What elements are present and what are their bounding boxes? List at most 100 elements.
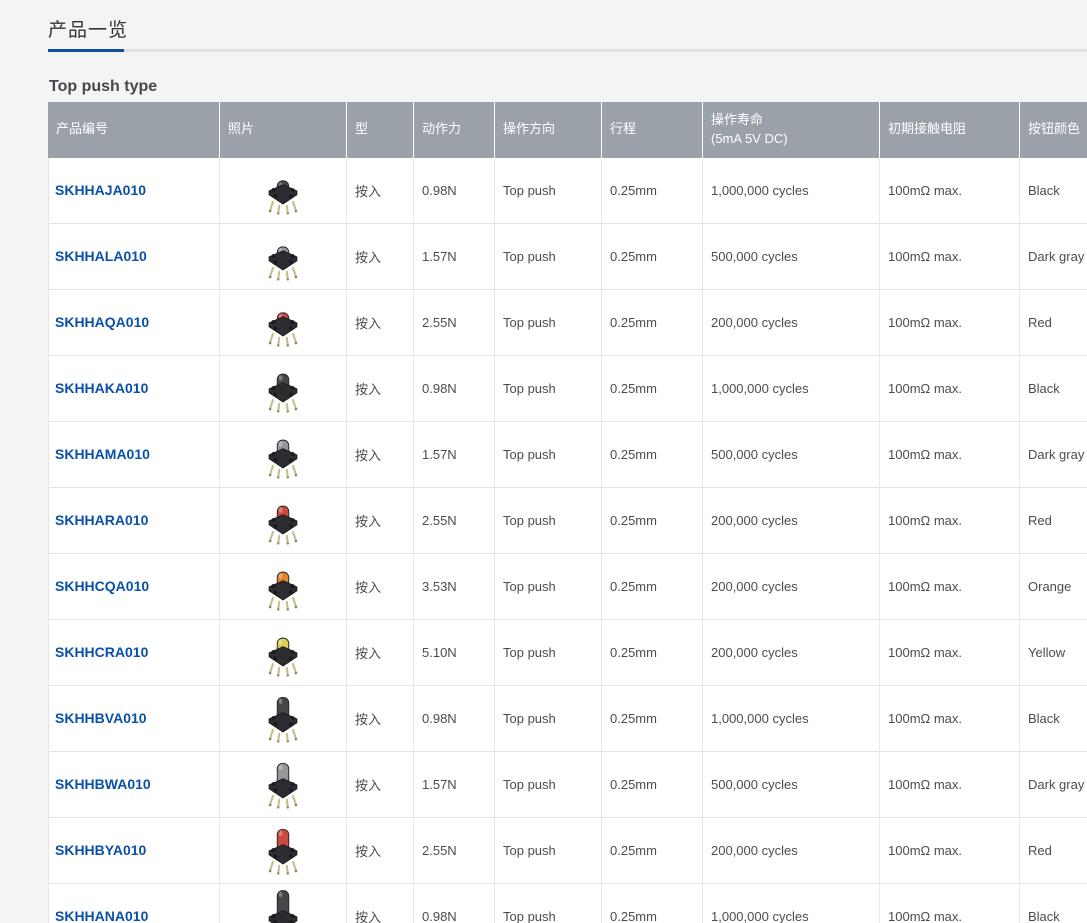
cell-color: Red <box>1019 817 1087 884</box>
cell-life: 200,000 cycles <box>702 817 879 884</box>
cell-force: 1.57N <box>413 751 494 818</box>
column-header-life: 操作寿命 (5mA 5V DC) <box>702 102 879 158</box>
cell-force: 5.10N <box>413 619 494 686</box>
cell-color: Black <box>1019 355 1087 422</box>
cell-type: 按入 <box>346 619 413 686</box>
cell-force: 3.53N <box>413 553 494 620</box>
cell-direction: Top push <box>494 421 601 488</box>
product-link[interactable]: SKHHANA010 <box>55 908 148 923</box>
cell-life: 500,000 cycles <box>702 751 879 818</box>
cell-life: 200,000 cycles <box>702 553 879 620</box>
tact-switch-photo-icon <box>261 571 305 611</box>
cell-travel: 0.25mm <box>601 157 702 224</box>
cell-life: 200,000 cycles <box>702 487 879 554</box>
cell-resistance: 100mΩ max. <box>879 883 1019 923</box>
cell-part-no: SKHHAKA010 <box>48 355 219 422</box>
cell-color: Red <box>1019 289 1087 356</box>
cell-photo <box>219 223 346 290</box>
product-link[interactable]: SKHHBWA010 <box>55 776 151 792</box>
cell-type: 按入 <box>346 553 413 620</box>
cell-travel: 0.25mm <box>601 289 702 356</box>
cell-direction: Top push <box>494 685 601 752</box>
cell-part-no: SKHHAQA010 <box>48 289 219 356</box>
table-row: SKHHANA010 按入 0.98N Top push 0.25mm 1,00… <box>48 883 1087 923</box>
cell-color: Black <box>1019 883 1087 923</box>
cell-resistance: 100mΩ max. <box>879 619 1019 686</box>
table-row: SKHHCRA010 按入 5.10N Top push 0.25mm 200,… <box>48 619 1087 686</box>
cell-type: 按入 <box>346 157 413 224</box>
cell-part-no: SKHHANA010 <box>48 883 219 923</box>
cell-force: 1.57N <box>413 421 494 488</box>
cell-type: 按入 <box>346 685 413 752</box>
product-link[interactable]: SKHHALA010 <box>55 248 147 264</box>
tact-switch-photo-icon <box>261 697 305 743</box>
cell-type: 按入 <box>346 751 413 818</box>
table-row: SKHHCQA010 按入 3.53N Top push 0.25mm 200,… <box>48 553 1087 620</box>
cell-life: 1,000,000 cycles <box>702 883 879 923</box>
column-header-type: 型 <box>346 102 413 158</box>
cell-travel: 0.25mm <box>601 553 702 620</box>
cell-part-no: SKHHBVA010 <box>48 685 219 752</box>
title-underline-accent <box>48 49 124 52</box>
product-link[interactable]: SKHHAJA010 <box>55 182 146 198</box>
column-header-label: 型 <box>355 121 369 137</box>
cell-force: 0.98N <box>413 355 494 422</box>
cell-travel: 0.25mm <box>601 883 702 923</box>
cell-resistance: 100mΩ max. <box>879 553 1019 620</box>
column-header-label: 初期接触电阻 <box>888 121 967 137</box>
cell-force: 0.98N <box>413 157 494 224</box>
title-underline <box>48 49 1087 52</box>
tact-switch-photo-icon <box>261 637 305 677</box>
product-link[interactable]: SKHHAQA010 <box>55 314 149 330</box>
product-link[interactable]: SKHHAMA010 <box>55 446 150 462</box>
cell-force: 2.55N <box>413 487 494 554</box>
cell-direction: Top push <box>494 289 601 356</box>
cell-resistance: 100mΩ max. <box>879 289 1019 356</box>
cell-direction: Top push <box>494 751 601 818</box>
table-row: SKHHAJA010 按入 0.98N Top push 0.25mm 1,00… <box>48 157 1087 224</box>
cell-life: 200,000 cycles <box>702 289 879 356</box>
cell-photo <box>219 289 346 356</box>
column-header-travel: 行程 <box>601 102 702 158</box>
cell-travel: 0.25mm <box>601 751 702 818</box>
table-row: SKHHBWA010 按入 1.57N Top push 0.25mm 500,… <box>48 751 1087 818</box>
cell-travel: 0.25mm <box>601 817 702 884</box>
cell-photo <box>219 619 346 686</box>
cell-travel: 0.25mm <box>601 619 702 686</box>
column-header-label: 按钮颜色 <box>1028 121 1081 137</box>
cell-life: 500,000 cycles <box>702 421 879 488</box>
cell-photo <box>219 157 346 224</box>
column-header-direction: 操作方向 <box>494 102 601 158</box>
column-header-resistance: 初期接触电阻 <box>879 102 1019 158</box>
cell-part-no: SKHHAMA010 <box>48 421 219 488</box>
table-body: SKHHAJA010 按入 0.98N Top push 0.25mm 1,00… <box>48 157 1087 923</box>
product-link[interactable]: SKHHCQA010 <box>55 578 149 594</box>
tact-switch-photo-icon <box>261 373 305 413</box>
product-link[interactable]: SKHHCRA010 <box>55 644 148 660</box>
tact-switch-photo-icon <box>261 890 305 923</box>
column-header-label: 产品编号 <box>56 121 109 137</box>
cell-travel: 0.25mm <box>601 487 702 554</box>
column-header-photo: 照片 <box>219 102 346 158</box>
cell-type: 按入 <box>346 421 413 488</box>
cell-resistance: 100mΩ max. <box>879 421 1019 488</box>
column-header-color: 按钮颜色 <box>1019 102 1087 158</box>
table-row: SKHHAKA010 按入 0.98N Top push 0.25mm 1,00… <box>48 355 1087 422</box>
product-link[interactable]: SKHHARA010 <box>55 512 148 528</box>
product-link[interactable]: SKHHBYA010 <box>55 842 146 858</box>
cell-part-no: SKHHAJA010 <box>48 157 219 224</box>
product-table-viewport: 产品编号 照片 型 动作力 操作方向 行程 操作寿命 (5mA 5V DC) 初期接触电阻 按钮颜… <box>48 102 1087 923</box>
product-link[interactable]: SKHHAKA010 <box>55 380 148 396</box>
product-list-page: 产品一览 Top push type 产品编号 照片 型 动作力 操作方向 行程 操作寿命 (… <box>0 0 1087 923</box>
cell-color: Dark gray <box>1019 421 1087 488</box>
cell-travel: 0.25mm <box>601 685 702 752</box>
product-link[interactable]: SKHHBVA010 <box>55 710 147 726</box>
cell-force: 2.55N <box>413 817 494 884</box>
cell-type: 按入 <box>346 223 413 290</box>
cell-travel: 0.25mm <box>601 223 702 290</box>
cell-resistance: 100mΩ max. <box>879 223 1019 290</box>
column-header-label: 操作寿命 <box>711 112 764 127</box>
cell-life: 1,000,000 cycles <box>702 157 879 224</box>
cell-color: Black <box>1019 157 1087 224</box>
cell-force: 0.98N <box>413 883 494 923</box>
